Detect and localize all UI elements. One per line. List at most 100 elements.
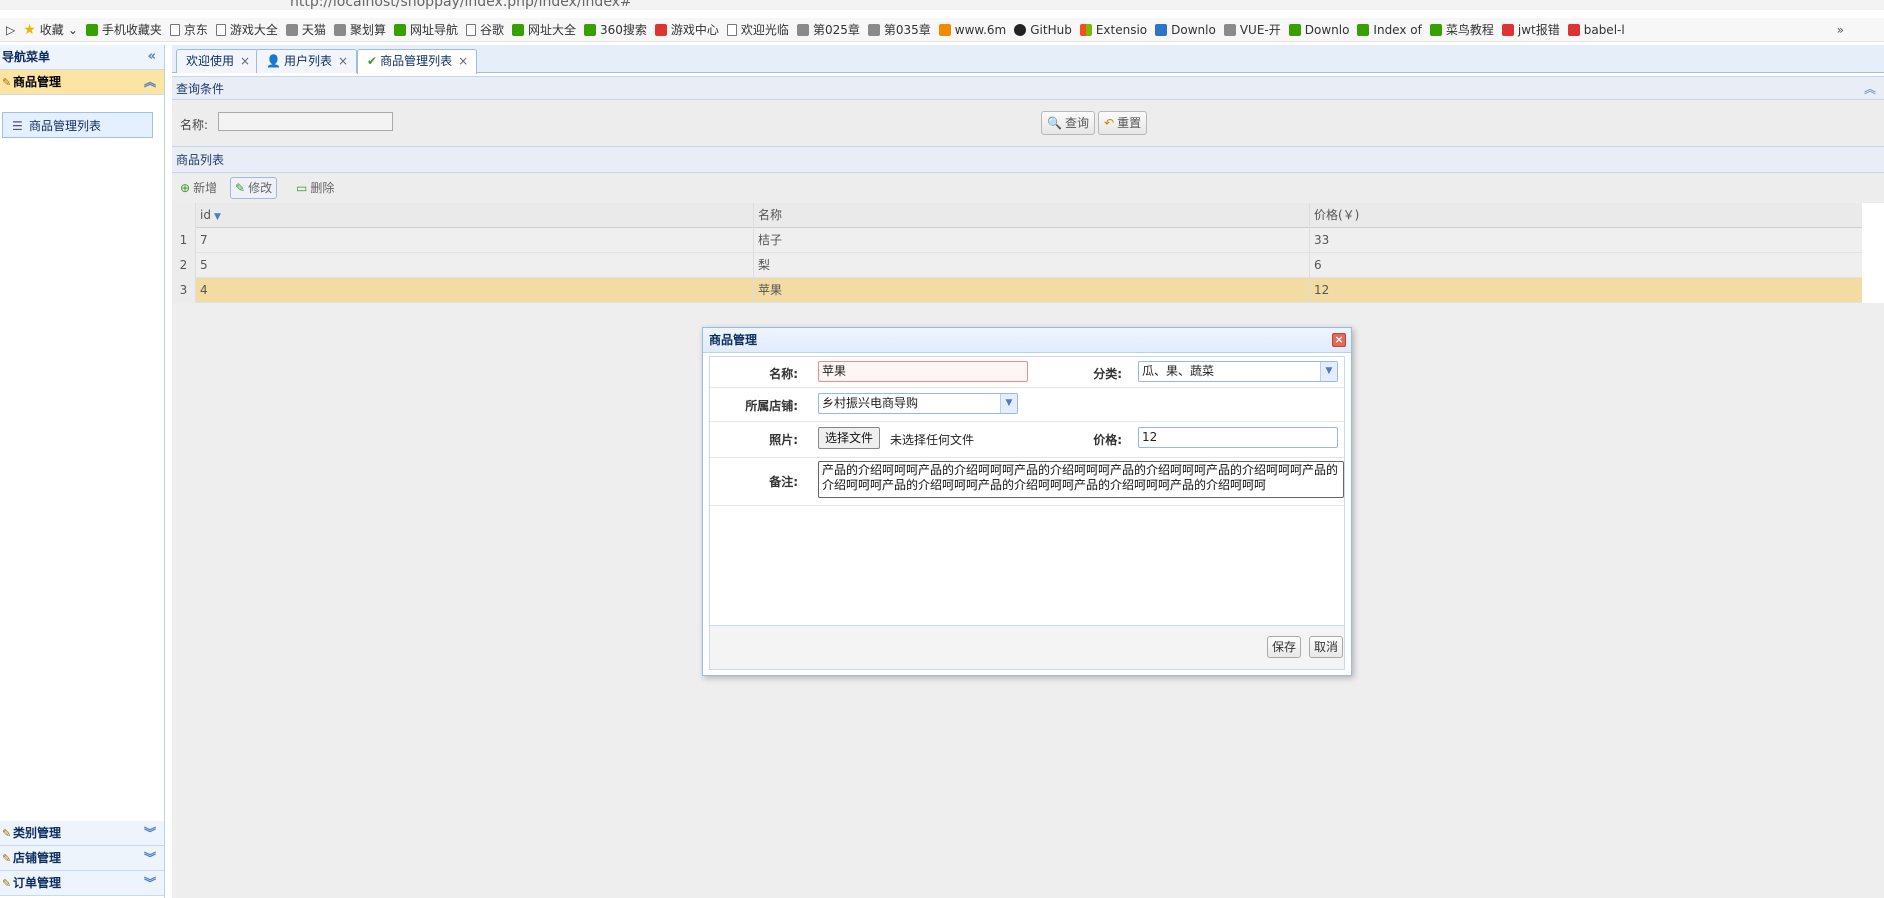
check-icon: ✔ xyxy=(367,54,378,68)
delete-button[interactable]: ▭ 删除 xyxy=(292,177,338,199)
remark-textarea[interactable]: 产品的介绍呵呵呵产品的介绍呵呵呵产品的介绍呵呵呵产品的介绍呵呵呵产品的介绍呵呵呵… xyxy=(818,461,1344,498)
accordion-goods-management[interactable]: ✎ 商品管理 ︽ xyxy=(0,70,164,95)
shop-select[interactable]: 乡村振兴电商导购 ▼ xyxy=(818,393,1018,414)
pencil-icon: ✎ xyxy=(235,181,246,195)
bookmark-item[interactable]: jwt报错 xyxy=(1501,21,1560,38)
query-panel: 名称: 🔍 查询 ↶ 重置 xyxy=(172,100,1884,146)
name-input[interactable]: 苹果 xyxy=(818,361,1028,382)
bookmark-item[interactable]: www.6m xyxy=(938,23,1006,37)
chevron-down-icon[interactable]: ▼ xyxy=(1320,362,1337,381)
cell-id: 5 xyxy=(196,253,754,278)
name-filter-input[interactable] xyxy=(218,112,393,131)
microsoft-icon xyxy=(1079,23,1092,36)
navigation-icon xyxy=(393,23,406,36)
bookmark-item[interactable]: Index of xyxy=(1357,23,1422,37)
close-icon[interactable]: × xyxy=(1332,333,1346,347)
edit-button[interactable]: ✎ 修改 xyxy=(230,177,278,199)
bookmark-item[interactable]: GitHub xyxy=(1014,23,1072,37)
chevron-down-icon[interactable]: ︾ xyxy=(144,871,156,895)
choose-file-button[interactable]: 选择文件 xyxy=(818,427,881,449)
close-icon[interactable]: × xyxy=(240,54,250,68)
save-button[interactable]: 保存 xyxy=(1267,636,1302,658)
table-row-selected[interactable]: 3 4 苹果 12 xyxy=(172,278,1862,303)
bookmark-item[interactable]: 网址大全 xyxy=(511,21,576,38)
bookmark-item[interactable]: Downlo xyxy=(1155,23,1216,37)
user-icon: 👤 xyxy=(266,54,281,68)
dialog-form: 名称: 苹果 分类: 瓜、果、蔬菜 ▼ 所属店铺: 乡村振兴电商导购 ▼ 照片:… xyxy=(709,356,1345,626)
column-header-name[interactable]: 名称 xyxy=(754,203,1310,228)
vscode-icon xyxy=(1155,23,1168,36)
goods-edit-dialog: 商品管理 × 名称: 苹果 分类: 瓜、果、蔬菜 ▼ 所属店铺: 乡村振兴电商导… xyxy=(702,327,1352,676)
bookmark-item[interactable]: 天猫 xyxy=(285,21,326,38)
reset-button[interactable]: ↶ 重置 xyxy=(1098,111,1148,135)
form-row: 名称: 苹果 分类: 瓜、果、蔬菜 ▼ xyxy=(710,357,1344,388)
page-icon xyxy=(465,23,476,36)
chevron-down-icon[interactable]: ▼ xyxy=(1000,394,1017,413)
minus-icon: ▭ xyxy=(296,181,308,195)
bookmark-item[interactable]: 菜鸟教程 xyxy=(1429,21,1494,38)
sidebar-toggle-icon[interactable]: ▷ xyxy=(6,23,15,37)
chevron-up-icon[interactable]: ︽ xyxy=(144,70,156,94)
goods-table: id ▼ 名称 价格(￥) 1 7 桔子 33 2 5 梨 6 3 4 苹果 12 xyxy=(172,203,1862,303)
search-360-icon xyxy=(584,23,596,36)
form-row: 备注: 产品的介绍呵呵呵产品的介绍呵呵呵产品的介绍呵呵呵产品的介绍呵呵呵产品的介… xyxy=(710,457,1344,506)
dialog-footer: 保存 取消 xyxy=(709,626,1345,670)
query-panel-header: 查询条件 ︽ xyxy=(172,76,1884,100)
bookmark-favorites[interactable]: ★ 收藏 ⌄ xyxy=(23,21,78,38)
bookmark-item[interactable]: 网址导航 xyxy=(393,21,458,38)
page-icon xyxy=(215,23,226,36)
bookmark-item[interactable]: 游戏中心 xyxy=(654,21,719,38)
flame-icon xyxy=(938,23,951,36)
accordion-shop-management[interactable]: ✎ 店铺管理 ︾ xyxy=(0,846,164,871)
bookmark-item[interactable]: 第025章 xyxy=(796,21,860,38)
cell-name: 梨 xyxy=(754,253,1310,278)
bookmark-item[interactable]: 360搜索 xyxy=(584,21,647,38)
pencil-icon: ✎ xyxy=(2,852,12,865)
node-icon xyxy=(1288,23,1301,36)
tabs-bar: 欢迎使用 × 👤 用户列表 × ✔ 商品管理列表 × xyxy=(172,45,1884,74)
bookmark-item[interactable]: 手机收藏夹 xyxy=(85,21,162,38)
column-header-id[interactable]: id ▼ xyxy=(196,203,754,228)
bookmark-item[interactable]: Downlo xyxy=(1288,23,1349,37)
bookmark-item[interactable]: 第035章 xyxy=(867,21,931,38)
price-input[interactable]: 12 xyxy=(1138,427,1338,448)
bookmark-item[interactable]: 欢迎光临 xyxy=(726,21,789,38)
add-button[interactable]: ⊕ 新增 xyxy=(176,177,221,199)
book-icon xyxy=(796,23,809,36)
list-panel-header: 商品列表 xyxy=(172,146,1884,173)
collapse-panel-icon[interactable]: ︽ xyxy=(1864,77,1876,101)
cancel-button[interactable]: 取消 xyxy=(1309,636,1344,658)
cell-id: 7 xyxy=(196,228,754,253)
accordion-order-management[interactable]: ✎ 订单管理 ︾ xyxy=(0,871,164,896)
bookmark-item[interactable]: 京东 xyxy=(169,21,208,38)
pencil-icon: ✎ xyxy=(2,877,12,890)
close-icon[interactable]: × xyxy=(338,54,348,68)
cell-id: 4 xyxy=(196,278,754,303)
bookmark-item[interactable]: 游戏大全 xyxy=(215,21,278,38)
tab-goods-list[interactable]: ✔ 商品管理列表 × xyxy=(357,49,478,74)
bookmarks-more-button[interactable]: » xyxy=(1837,23,1884,37)
accordion-category-management[interactable]: ✎ 类别管理 ︾ xyxy=(0,821,164,846)
category-select[interactable]: 瓜、果、蔬菜 ▼ xyxy=(1138,361,1338,382)
tab-user-list[interactable]: 👤 用户列表 × xyxy=(256,49,358,73)
table-row[interactable]: 1 7 桔子 33 xyxy=(172,228,1862,253)
collapse-sidebar-icon[interactable]: « xyxy=(148,45,156,69)
tab-welcome[interactable]: 欢迎使用 × xyxy=(176,49,260,73)
category-label: 分类: xyxy=(1093,367,1122,381)
bookmark-item[interactable]: VUE-开 xyxy=(1223,21,1281,38)
search-button[interactable]: 🔍 查询 xyxy=(1041,111,1095,135)
tmall-icon xyxy=(285,23,298,36)
chevron-down-icon[interactable]: ︾ xyxy=(144,821,156,845)
address-bar[interactable]: http://localhost/shoppay/index.php/index… xyxy=(290,0,632,10)
browser-chrome: http://localhost/shoppay/index.php/index… xyxy=(0,0,1884,10)
close-icon[interactable]: × xyxy=(458,54,468,68)
bookmark-item[interactable]: babel-l xyxy=(1567,23,1625,37)
price-label: 价格: xyxy=(1093,433,1122,447)
table-row[interactable]: 2 5 梨 6 xyxy=(172,253,1862,278)
bookmark-item[interactable]: 聚划算 xyxy=(333,21,386,38)
column-header-price[interactable]: 价格(￥) xyxy=(1310,203,1862,228)
bookmark-item[interactable]: 谷歌 xyxy=(465,21,504,38)
chevron-down-icon[interactable]: ︾ xyxy=(144,846,156,870)
sidebar-item-goods-list[interactable]: ☰ 商品管理列表 xyxy=(2,112,153,138)
bookmark-item[interactable]: Extensio xyxy=(1079,23,1147,37)
